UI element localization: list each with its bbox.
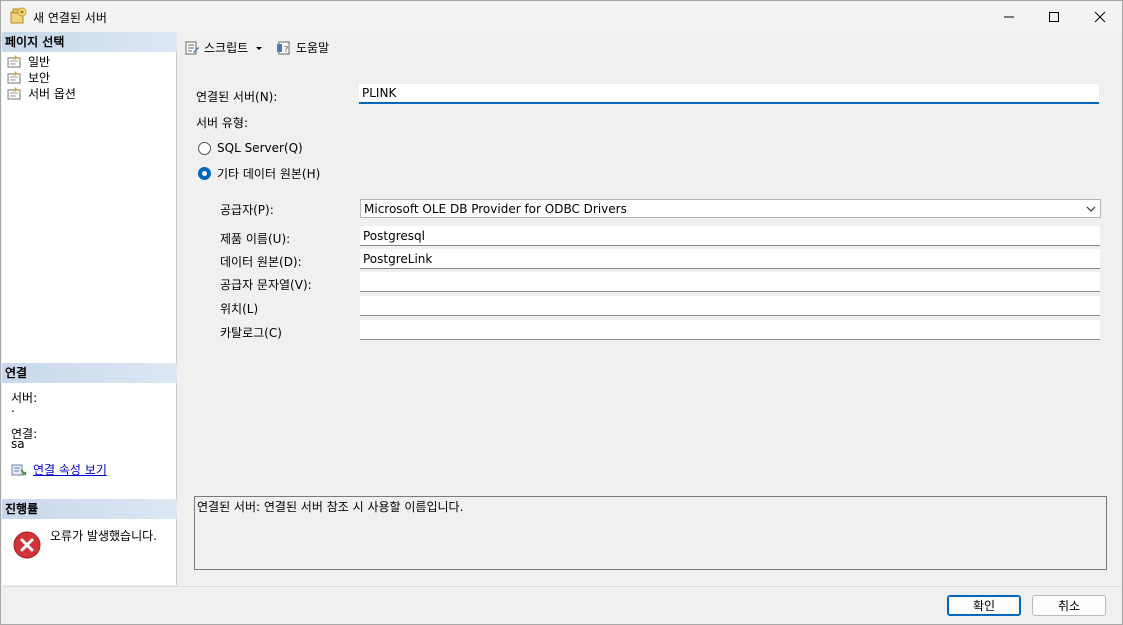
description-text: 연결된 서버: 연결된 서버 참조 시 사용할 이름입니다. xyxy=(197,500,464,514)
progress-status-text: 오류가 발생했습니다. xyxy=(50,529,157,543)
product-name-input[interactable] xyxy=(360,226,1100,246)
catalog-label: 카탈로그(C) xyxy=(220,326,282,340)
page-item-label: 일반 xyxy=(28,54,51,69)
page-item-security[interactable]: 보안 xyxy=(6,69,50,85)
minimize-button[interactable] xyxy=(986,1,1032,32)
catalog-input[interactable] xyxy=(360,320,1100,340)
properties-icon xyxy=(11,464,27,476)
connection-header: 연결 xyxy=(2,363,177,383)
provider-string-input[interactable] xyxy=(360,272,1100,292)
page-item-label: 서버 옵션 xyxy=(28,86,76,101)
maximize-button[interactable] xyxy=(1031,1,1077,32)
data-source-label: 데이터 원본(D): xyxy=(220,255,302,269)
description-box: 연결된 서버: 연결된 서버 참조 시 사용할 이름입니다. xyxy=(194,496,1107,570)
close-button[interactable] xyxy=(1077,1,1123,32)
minimize-icon xyxy=(1004,16,1014,17)
radio-other-data-source[interactable]: 기타 데이터 원본(H) xyxy=(198,165,320,182)
error-icon xyxy=(13,531,41,559)
help-label: 도움말 xyxy=(296,41,330,55)
svg-text:?: ? xyxy=(284,45,288,54)
button-bar: 확인 취소 xyxy=(2,586,1122,624)
server-label: 서버: xyxy=(11,391,38,405)
product-name-label: 제품 이름(U): xyxy=(220,232,291,246)
help-icon: ? xyxy=(277,41,290,54)
location-label: 위치(L) xyxy=(220,302,259,316)
provider-select-value: Microsoft OLE DB Provider for ODBC Drive… xyxy=(364,201,627,216)
linked-server-input[interactable] xyxy=(359,84,1099,104)
ok-button[interactable]: 확인 xyxy=(947,595,1021,616)
radio-circle-checked xyxy=(198,167,211,180)
help-button[interactable]: ? 도움말 xyxy=(276,39,329,56)
progress-header: 진행률 xyxy=(2,499,177,519)
page-item-label: 보안 xyxy=(28,70,51,85)
chevron-down-icon xyxy=(1086,206,1096,212)
close-icon xyxy=(1094,11,1106,22)
radio-other-source-label: 기타 데이터 원본(H) xyxy=(217,167,321,181)
server-type-label: 서버 유형: xyxy=(196,116,249,130)
data-source-input[interactable] xyxy=(360,249,1100,269)
provider-string-label: 공급자 문자열(V): xyxy=(220,278,312,292)
page-icon xyxy=(7,70,21,83)
provider-select[interactable]: Microsoft OLE DB Provider for ODBC Drive… xyxy=(360,199,1101,218)
main-content: 연결된 서버(N): 서버 유형: SQL Server(Q) 기타 데이터 원… xyxy=(178,68,1122,585)
page-item-server-options[interactable]: 서버 옵션 xyxy=(6,85,76,101)
location-input[interactable] xyxy=(360,296,1100,316)
page-icon xyxy=(7,86,21,99)
dropdown-arrow-icon xyxy=(256,46,263,50)
page-icon xyxy=(7,54,21,67)
server-value: . xyxy=(11,401,15,415)
linked-server-icon xyxy=(10,7,27,24)
left-pane: 페이지 선택 일반 보안 서버 옵션 연결 서버: . 연결: sa 연결 속성… xyxy=(2,32,177,585)
script-label: 스크립트 xyxy=(204,41,249,55)
page-item-general[interactable]: 일반 xyxy=(6,53,50,69)
view-props-label: 연결 속성 보기 xyxy=(33,463,107,477)
pages-header: 페이지 선택 xyxy=(2,32,177,52)
view-connection-properties-link[interactable]: 연결 속성 보기 xyxy=(11,461,107,478)
linked-server-label: 연결된 서버(N): xyxy=(196,90,278,104)
radio-circle xyxy=(198,141,211,155)
dialog-window: 새 연결된 서버 페이지 선택 일반 보안 서버 옵션 연결 서버: . 연결:… xyxy=(0,0,1123,625)
radio-sql-server-label: SQL Server(Q) xyxy=(217,141,303,155)
provider-label: 공급자(P): xyxy=(220,203,274,217)
cancel-button[interactable]: 취소 xyxy=(1032,595,1106,616)
maximize-icon xyxy=(1049,11,1059,22)
toolbar: 스크립트 ? 도움말 xyxy=(178,32,1122,64)
radio-sql-server[interactable]: SQL Server(Q) xyxy=(198,141,303,155)
connection-value: sa xyxy=(11,437,25,451)
window-title: 새 연결된 서버 xyxy=(33,11,107,25)
script-button[interactable]: 스크립트 xyxy=(184,39,268,56)
script-icon xyxy=(185,41,199,54)
title-bar: 새 연결된 서버 xyxy=(1,1,1122,32)
